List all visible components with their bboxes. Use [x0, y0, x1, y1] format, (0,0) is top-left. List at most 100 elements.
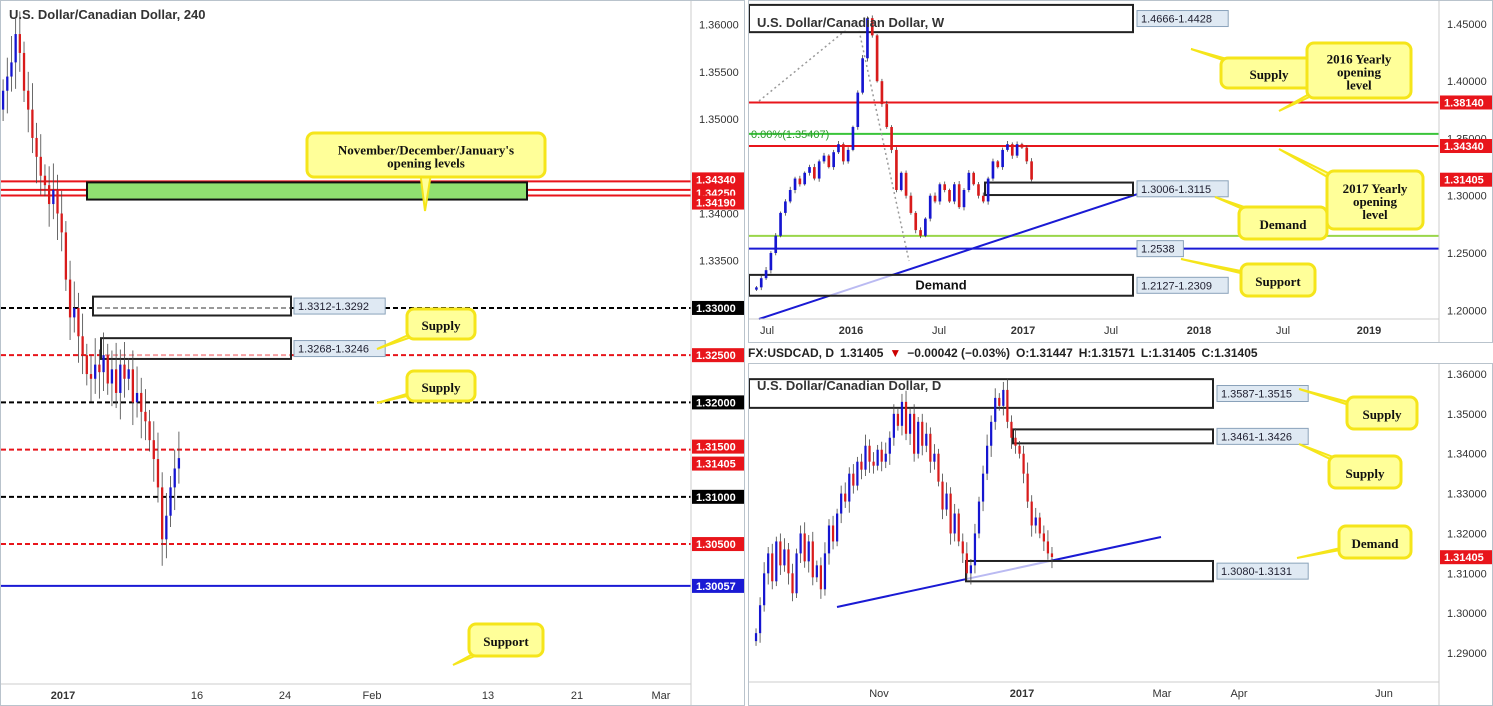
- h4-candle-body: [1, 90, 5, 110]
- weekly-chart-svg: 0.00%(1.35407) 1.4666-1.4428 1.3006-1.3115…: [749, 1, 1492, 342]
- h4-price-tag-label: 1.34190: [696, 198, 736, 210]
- daily-candle-body: [1034, 517, 1037, 526]
- weekly-x-tick-label: 2019: [1357, 325, 1381, 337]
- weekly-candle-body: [943, 184, 947, 190]
- daily-candle-body: [933, 453, 936, 462]
- daily-candle-body: [1018, 445, 1021, 454]
- weekly-candle-body: [914, 212, 918, 231]
- h4-candle-body: [89, 374, 93, 379]
- daily-candle-body: [953, 513, 956, 534]
- daily-candle-body: [807, 541, 810, 562]
- weekly-price-tag-label: 1.31405: [1444, 175, 1484, 187]
- weekly-candle-body: [880, 81, 884, 105]
- daily-candle-body: [835, 513, 839, 542]
- weekly-candle-body: [769, 253, 773, 271]
- daily-candle-body: [767, 553, 770, 574]
- weekly-candle-body: [1020, 144, 1024, 148]
- weekly-candle-body: [962, 190, 966, 208]
- daily-y-tick-label: 1.35000: [1447, 409, 1487, 421]
- daily-price-tag-label: 1.31405: [1444, 552, 1484, 564]
- weekly-zone-label: 1.4666-1.4428: [1141, 14, 1212, 26]
- weekly-candle-body: [856, 92, 860, 127]
- weekly-zone-box: [984, 181, 1134, 197]
- weekly-callout-text: Support: [1255, 274, 1301, 289]
- weekly-x-tick-label: Jul: [932, 325, 946, 337]
- down-arrow-icon: ▼: [889, 346, 902, 360]
- daily-candle-body: [815, 565, 818, 578]
- weekly-y-tick-label: 1.40000: [1447, 76, 1487, 88]
- daily-candle-body: [787, 549, 790, 574]
- h4-price-tag-label: 1.33000: [696, 303, 736, 315]
- h4-candle-body: [6, 76, 9, 91]
- weekly-candle-body: [1030, 161, 1033, 180]
- weekly-y-tick-label: 1.25000: [1447, 248, 1487, 260]
- price-change: −0.00042 (−0.03%): [907, 346, 1011, 360]
- h4-callout-text: opening levels: [387, 156, 465, 171]
- h4-candle-body: [114, 369, 118, 393]
- weekly-candle-body: [798, 178, 802, 185]
- open-value: O:1.31447: [1016, 346, 1073, 360]
- daily-candle-body: [831, 525, 835, 542]
- h4-callout-text: Support: [483, 634, 529, 649]
- daily-candle-body: [791, 573, 794, 594]
- h4-y-tick-label: 1.34000: [699, 209, 739, 221]
- h4-zone-label: 1.3268-1.3246: [298, 344, 369, 356]
- weekly-candle-body: [972, 172, 975, 185]
- daily-candle-body: [994, 397, 997, 422]
- symbol-info-bar: FX:USDCAD, D 1.31405 ▼ −0.00042 (−0.03%)…: [748, 343, 1493, 363]
- daily-y-tick-label: 1.29000: [1447, 648, 1487, 660]
- weekly-candle-body: [779, 212, 782, 236]
- daily-candle-body: [1038, 517, 1041, 534]
- weekly-candle-body: [837, 144, 840, 153]
- weekly-candle-body: [793, 178, 797, 190]
- daily-candle-body: [754, 633, 758, 642]
- h4-candle-body: [135, 392, 139, 403]
- daily-candle-body: [852, 473, 855, 486]
- weekly-candle-body: [822, 155, 826, 162]
- weekly-zone-label: 1.2127-1.2309: [1141, 280, 1212, 292]
- h4-candle-body: [106, 355, 109, 384]
- h4-x-tick-label: Mar: [652, 690, 671, 702]
- daily-candle-body: [844, 493, 847, 502]
- weekly-candle-body: [774, 235, 778, 253]
- daily-candle-body: [913, 413, 916, 454]
- h4-candle-body: [152, 440, 155, 460]
- h4-price-tag-label: 1.32000: [696, 397, 736, 409]
- h4-candle-body: [47, 185, 51, 205]
- daily-y-tick-label: 1.34000: [1447, 449, 1487, 461]
- h4-candle-body: [98, 364, 101, 373]
- h4-candle-body: [123, 364, 126, 379]
- h4-candle-body: [169, 487, 172, 516]
- h4-x-tick-label: 2017: [51, 690, 75, 702]
- weekly-candle-body: [1006, 144, 1009, 150]
- h4-candle-body: [64, 232, 68, 280]
- symbol-label: FX:USDCAD, D: [748, 346, 834, 360]
- daily-chart-panel[interactable]: 1.3587-1.3515 1.3461-1.3426 1.3080-1.3131 S…: [748, 363, 1493, 706]
- daily-candle-body: [880, 449, 883, 462]
- h4-y-tick-label: 1.35000: [699, 114, 739, 126]
- h4-candle-body: [165, 515, 168, 540]
- h4-candle-body: [94, 364, 97, 379]
- weekly-callout-text: Demand: [1260, 217, 1308, 232]
- daily-candle-body: [1010, 421, 1013, 438]
- weekly-chart-panel[interactable]: 0.00%(1.35407) 1.4666-1.4428 1.3006-1.3115…: [748, 0, 1493, 343]
- daily-candle-body: [783, 549, 786, 566]
- h4-chart-panel[interactable]: 1.3312-1.3292 1.3268-1.3246 November/Decem…: [0, 0, 745, 706]
- weekly-price-tag-label: 1.34340: [1444, 141, 1484, 153]
- daily-candle-body: [925, 433, 928, 446]
- daily-candle-body: [868, 445, 871, 462]
- weekly-candle-body: [895, 149, 898, 190]
- weekly-fib-dotted-line: [856, 20, 910, 262]
- daily-candle-body: [884, 453, 887, 462]
- daily-x-tick-label: 2017: [1010, 688, 1034, 700]
- weekly-candle-body: [986, 178, 990, 202]
- weekly-price-axis-bg: [1439, 1, 1492, 342]
- daily-candle-body: [811, 541, 814, 578]
- weekly-x-tick-label: 2016: [839, 325, 863, 337]
- daily-candle-body: [892, 413, 895, 438]
- daily-zone-box: [1012, 428, 1214, 445]
- weekly-candle-body: [851, 127, 855, 150]
- daily-candle-body: [977, 501, 981, 534]
- h4-candle-body: [131, 369, 135, 403]
- h4-price-tag-label: 1.30500: [696, 539, 736, 551]
